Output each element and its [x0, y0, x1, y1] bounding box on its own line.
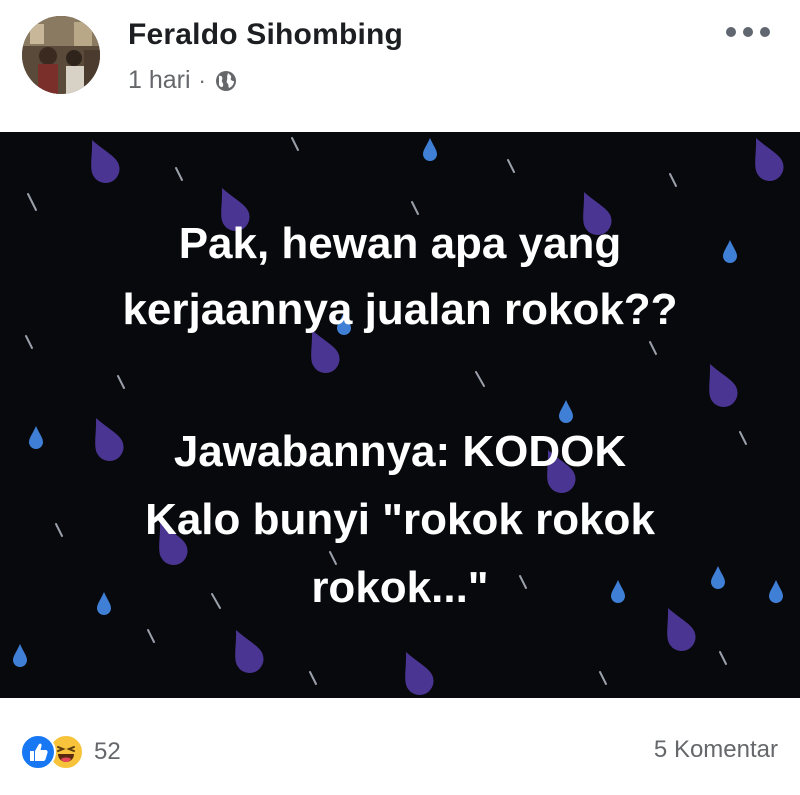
- reaction-summary[interactable]: 52: [20, 734, 121, 770]
- post-header: Feraldo Sihombing 1 hari ·: [0, 0, 800, 132]
- reaction-count: 52: [94, 738, 121, 765]
- caption-line-3: Jawabannya: KODOK: [173, 427, 627, 476]
- comments-link[interactable]: 5 Komentar: [654, 736, 778, 764]
- caption-line-1: Pak, hewan apa yang: [178, 219, 622, 268]
- like-icon: [20, 734, 56, 770]
- more-options-icon[interactable]: [726, 20, 770, 44]
- author-name[interactable]: Feraldo Sihombing: [128, 18, 403, 52]
- caption-line-2: kerjaannya jualan rokok??: [122, 285, 678, 334]
- avatar[interactable]: [22, 16, 100, 94]
- timestamp[interactable]: 1 hari: [128, 66, 191, 95]
- caption-line-5: rokok...": [311, 563, 489, 612]
- post-image[interactable]: Pak, hewan apa yang kerjaannya jualan ro…: [0, 132, 800, 698]
- caption-line-4: Kalo bunyi "rokok rokok: [145, 495, 655, 544]
- separator-dot: ·: [198, 67, 206, 93]
- post-meta: 1 hari ·: [128, 66, 238, 95]
- post-footer: 52 5 Komentar: [0, 698, 800, 795]
- image-caption: Pak, hewan apa yang kerjaannya jualan ro…: [0, 132, 800, 698]
- globe-icon: [214, 69, 238, 93]
